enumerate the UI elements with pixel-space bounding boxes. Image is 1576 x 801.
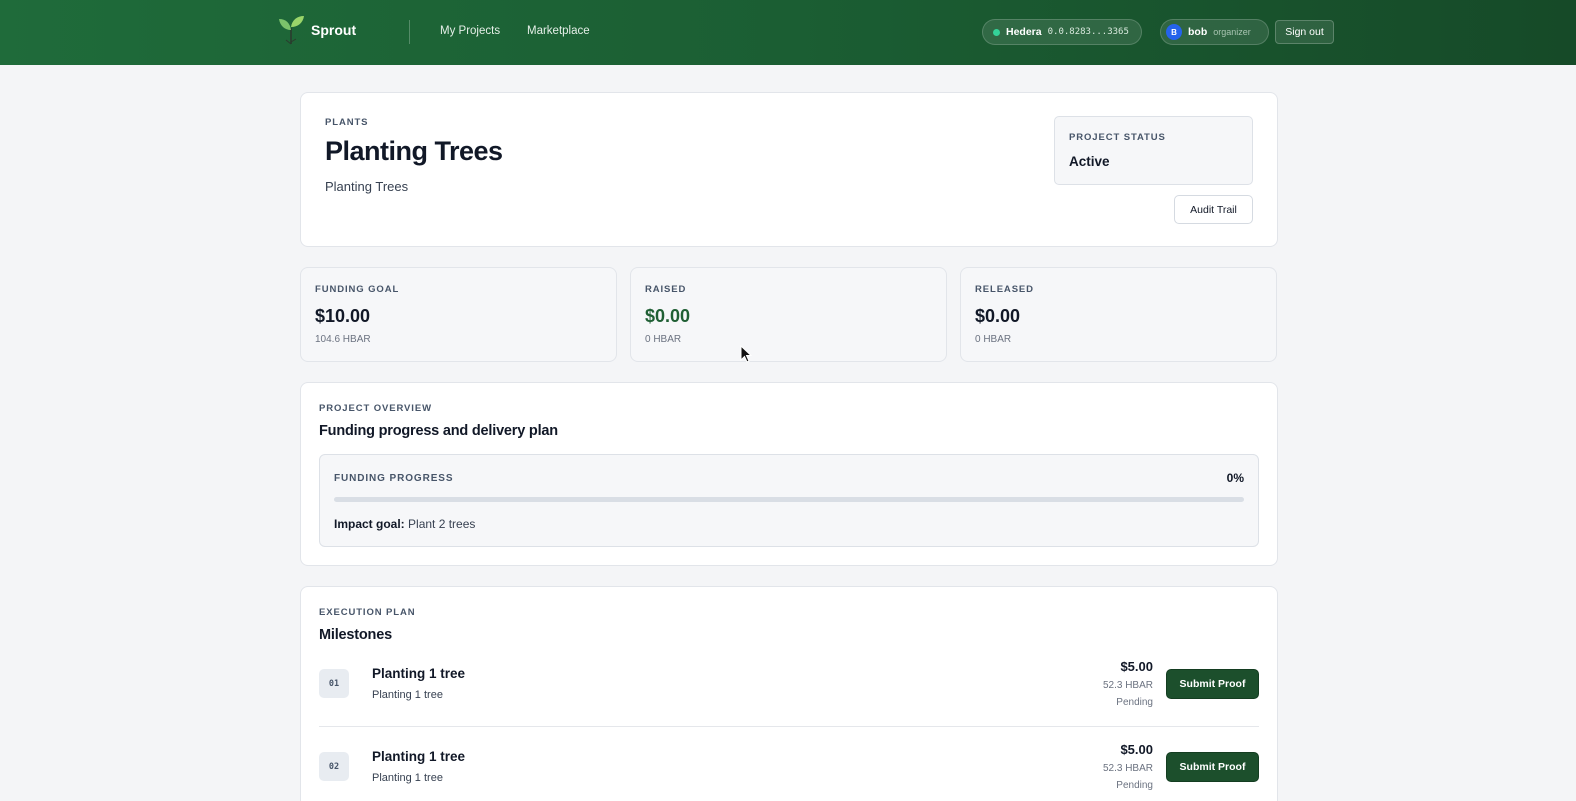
avatar: B xyxy=(1166,24,1182,40)
funding-progress-bar xyxy=(334,497,1244,502)
milestone-number: 01 xyxy=(319,669,349,698)
project-header-card: PLANTS Planting Trees Planting Trees PRO… xyxy=(300,92,1278,247)
overview-title: Funding progress and delivery plan xyxy=(319,423,558,439)
milestone-hbar: 52.3 HBAR xyxy=(1102,763,1153,774)
stat-hbar: 0 HBAR xyxy=(645,334,682,345)
stat-amount: $10.00 xyxy=(315,306,371,326)
milestone-amount: $5.00 xyxy=(1120,742,1153,757)
milestones-title: Milestones xyxy=(319,627,392,643)
user-name: bob xyxy=(1188,26,1208,38)
sprout-leaf-icon xyxy=(279,16,304,45)
stat-label: RELEASED xyxy=(975,284,1034,295)
network-account-id: 0.0.8283...3365 xyxy=(1047,27,1129,37)
sign-out-button[interactable]: Sign out xyxy=(1275,20,1334,44)
project-status-label: PROJECT STATUS xyxy=(1069,132,1166,143)
milestone-hbar: 52.3 HBAR xyxy=(1102,680,1153,691)
stat-hbar: 0 HBAR xyxy=(975,334,1012,345)
milestone-amount: $5.00 xyxy=(1120,659,1153,674)
milestone-row: 01 Planting 1 tree Planting 1 tree $5.00… xyxy=(319,647,1259,727)
stat-released: RELEASED $0.00 0 HBAR xyxy=(960,267,1277,362)
project-status-box: PROJECT STATUS Active xyxy=(1054,116,1253,185)
execution-plan-card: EXECUTION PLAN Milestones 01 Planting 1 … xyxy=(300,586,1278,801)
nav-marketplace[interactable]: Marketplace xyxy=(527,25,590,37)
impact-goal-value: Plant 2 trees xyxy=(408,517,476,531)
stat-hbar: 104.6 HBAR xyxy=(315,334,371,345)
stat-label: RAISED xyxy=(645,284,687,295)
stat-amount: $0.00 xyxy=(645,306,691,326)
project-category: PLANTS xyxy=(325,117,369,128)
network-status-dot-icon xyxy=(993,28,1000,36)
funding-progress-box: FUNDING PROGRESS 0% Impact goal: Plant 2… xyxy=(319,454,1259,547)
milestone-status: Pending xyxy=(1116,697,1153,708)
milestone-title: Planting 1 tree xyxy=(372,749,466,764)
milestone-description: Planting 1 tree xyxy=(372,689,443,701)
brand-name: Sprout xyxy=(311,22,357,38)
submit-proof-button[interactable]: Submit Proof xyxy=(1166,752,1259,782)
brand-logo-link[interactable]: Sprout xyxy=(277,14,356,46)
milestone-description: Planting 1 tree xyxy=(372,772,443,784)
audit-trail-button[interactable]: Audit Trail xyxy=(1174,195,1253,224)
milestone-row: 02 Planting 1 tree Planting 1 tree $5.00… xyxy=(319,730,1259,801)
stat-label: FUNDING GOAL xyxy=(315,284,400,295)
nav-my-projects[interactable]: My Projects xyxy=(440,25,500,37)
execution-eyebrow: EXECUTION PLAN xyxy=(319,607,416,618)
network-badge[interactable]: Hedera 0.0.8283...3365 xyxy=(982,19,1142,45)
milestone-number: 02 xyxy=(319,752,349,781)
submit-proof-button[interactable]: Submit Proof xyxy=(1166,669,1259,699)
stat-funding-goal: FUNDING GOAL $10.00 104.6 HBAR xyxy=(300,267,617,362)
user-role: organizer xyxy=(1213,27,1251,37)
mouse-cursor-icon xyxy=(740,345,752,363)
nav-divider xyxy=(409,20,410,44)
project-description: Planting Trees xyxy=(325,179,409,194)
project-overview-card: PROJECT OVERVIEW Funding progress and de… xyxy=(300,382,1278,566)
overview-eyebrow: PROJECT OVERVIEW xyxy=(319,403,432,414)
page-title: Planting Trees xyxy=(325,136,503,166)
network-name: Hedera xyxy=(1006,26,1042,38)
stat-amount: $0.00 xyxy=(975,306,1021,326)
top-navbar: Sprout My Projects Marketplace Hedera 0.… xyxy=(0,0,1576,65)
impact-goal: Impact goal: Plant 2 trees xyxy=(334,517,475,531)
stat-raised: RAISED $0.00 0 HBAR xyxy=(630,267,947,362)
funding-progress-percent: 0% xyxy=(1226,471,1244,485)
impact-goal-label: Impact goal: xyxy=(334,517,405,531)
funding-progress-label: FUNDING PROGRESS xyxy=(334,473,454,484)
milestone-title: Planting 1 tree xyxy=(372,666,466,681)
milestone-status: Pending xyxy=(1116,780,1153,791)
user-badge[interactable]: B bob organizer xyxy=(1160,19,1269,45)
project-status-value: Active xyxy=(1069,154,1110,169)
